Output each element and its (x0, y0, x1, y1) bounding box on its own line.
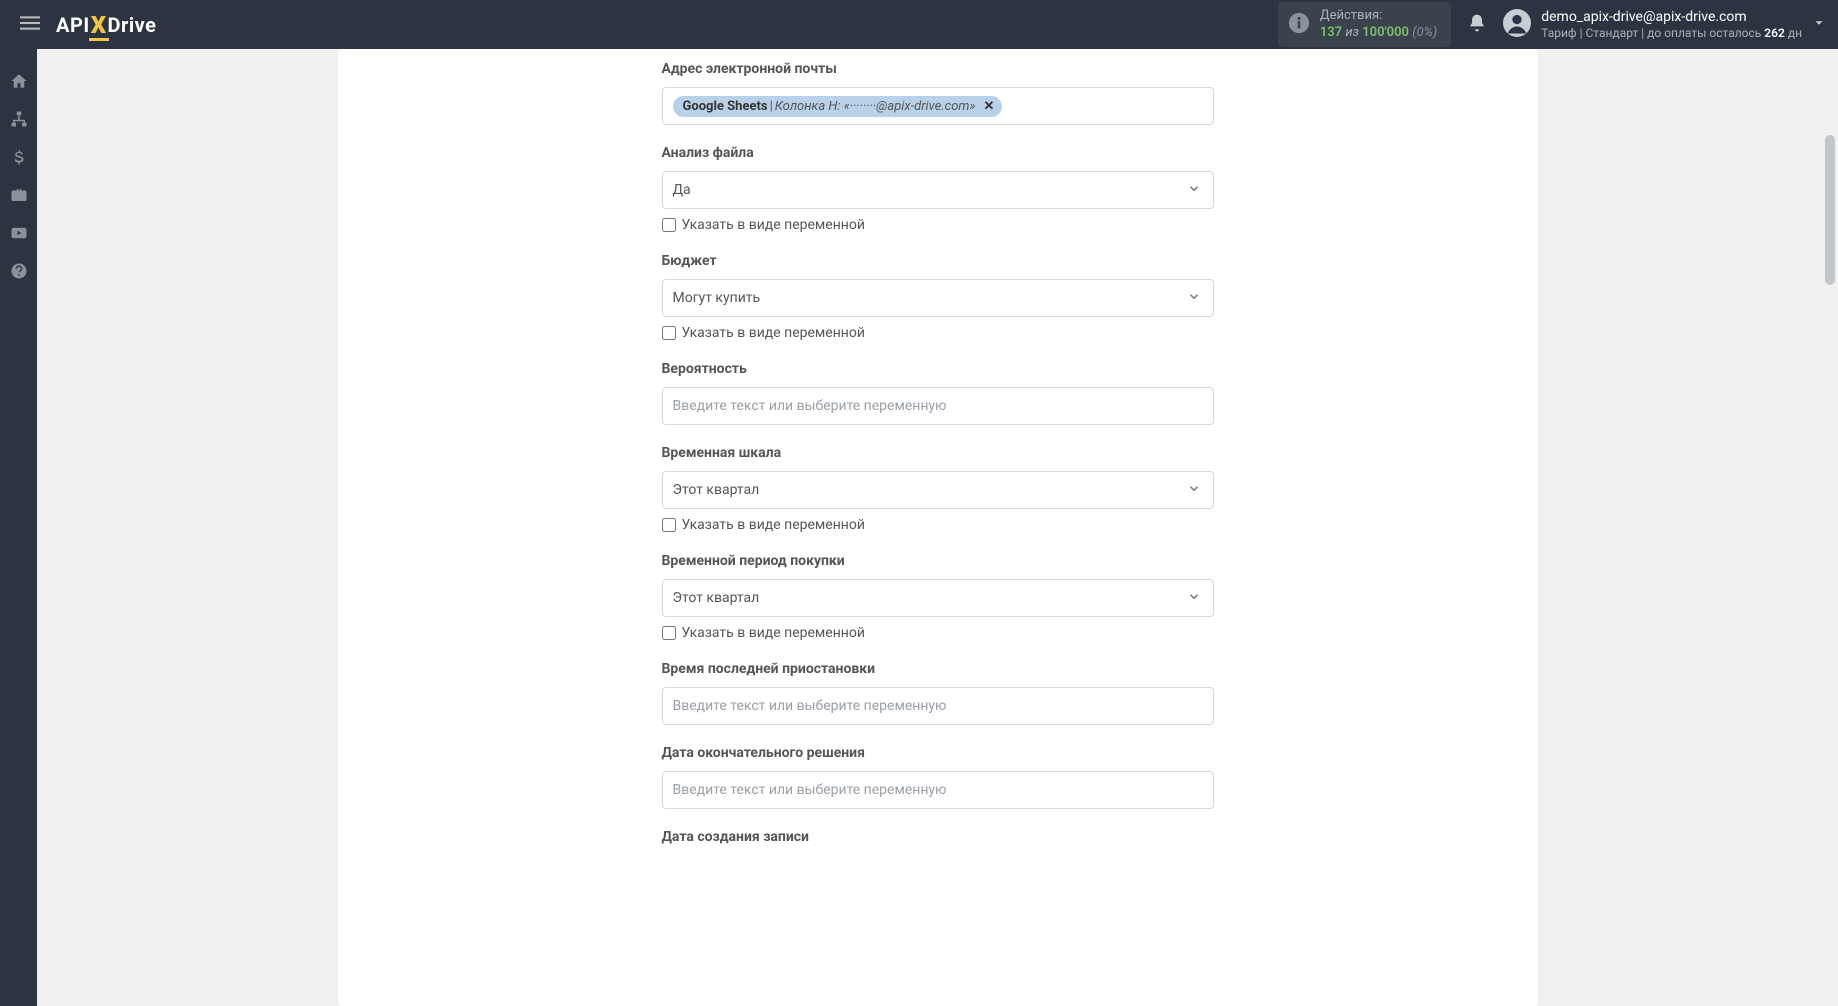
header-right: Действия: 137 из 100'000 (0%) demo_apix-… (1278, 2, 1826, 48)
user-menu-button[interactable]: demo_apix-drive@apix-drive.com Тариф | С… (1503, 8, 1826, 42)
page: Адрес электронной почты Google Sheets | … (0, 0, 1838, 1006)
bell-icon (1467, 13, 1487, 33)
email-tag: Google Sheets | Колонка H: «········@api… (673, 96, 1003, 117)
field-label-record-created-date: Дата создания записи (662, 829, 1214, 845)
sidebar-item-briefcase[interactable] (0, 177, 37, 213)
purchase-period-variable-row: Указать в виде переменной (662, 625, 1214, 641)
user-tariff: Тариф | Стандарт | до оплаты осталось 26… (1541, 26, 1802, 42)
notifications-button[interactable] (1467, 13, 1487, 37)
field-label-probability: Вероятность (662, 361, 1214, 377)
budget-variable-checkbox[interactable] (662, 326, 676, 340)
hamburger-icon (20, 13, 40, 33)
file-analysis-variable-row: Указать в виде переменной (662, 217, 1214, 233)
logo-text-drive: Drive (108, 13, 157, 37)
budget-variable-row: Указать в виде переменной (662, 325, 1214, 341)
purchase-period-value: Этот квартал (673, 590, 760, 606)
sidebar-item-connections[interactable] (0, 101, 37, 137)
briefcase-icon (10, 186, 28, 204)
last-pause-placeholder: Введите текст или выберите переменную (673, 698, 947, 714)
field-label-file-analysis: Анализ файла (662, 145, 1214, 161)
logo-text-api: API (56, 13, 90, 37)
home-icon (10, 72, 28, 90)
field-email: Адрес электронной почты Google Sheets | … (662, 61, 1214, 125)
actions-text: Действия: 137 из 100'000 (0%) (1320, 8, 1437, 42)
file-analysis-value: Да (673, 182, 691, 198)
dollar-icon (10, 148, 28, 166)
tag-source: Google Sheets (683, 99, 768, 114)
purchase-period-variable-label[interactable]: Указать в виде переменной (682, 625, 865, 641)
timescale-select[interactable]: Этот квартал (662, 471, 1214, 509)
logo-text-x: X (91, 11, 107, 39)
chevron-down-icon (1187, 181, 1201, 200)
help-icon (10, 262, 28, 280)
chevron-down-icon (1187, 289, 1201, 308)
chevron-down-icon (1187, 589, 1201, 608)
sidebar (0, 49, 37, 1006)
youtube-icon (10, 224, 28, 242)
final-decision-date-input[interactable]: Введите текст или выберите переменную (662, 771, 1214, 809)
field-timescale: Временная шкала Этот квартал Указать в в… (662, 445, 1214, 533)
last-pause-input[interactable]: Введите текст или выберите переменную (662, 687, 1214, 725)
field-record-created-date: Дата создания записи (662, 829, 1214, 845)
tag-column: Колонка H: «········@apix-drive.com» (775, 99, 976, 114)
sidebar-item-help[interactable] (0, 253, 37, 289)
user-info: demo_apix-drive@apix-drive.com Тариф | С… (1541, 8, 1802, 42)
avatar-icon (1503, 9, 1531, 41)
purchase-period-select[interactable]: Этот квартал (662, 579, 1214, 617)
timescale-value: Этот квартал (673, 482, 760, 498)
sidebar-item-video[interactable] (0, 215, 37, 251)
app-header: API X Drive Действия: 137 из 100'000 (0%… (0, 0, 1838, 49)
timescale-variable-checkbox[interactable] (662, 518, 676, 532)
final-decision-date-placeholder: Введите текст или выберите переменную (673, 782, 947, 798)
field-label-budget: Бюджет (662, 253, 1214, 269)
field-last-pause: Время последней приостановки Введите тек… (662, 661, 1214, 725)
tag-remove-button[interactable]: ✕ (983, 99, 994, 114)
budget-select[interactable]: Могут купить (662, 279, 1214, 317)
field-label-timescale: Временная шкала (662, 445, 1214, 461)
actions-pct: (0%) (1412, 25, 1437, 40)
file-analysis-variable-checkbox[interactable] (662, 218, 676, 232)
chevron-down-icon (1812, 15, 1826, 34)
timescale-variable-row: Указать в виде переменной (662, 517, 1214, 533)
scrollbar-track[interactable] (1822, 49, 1838, 1006)
sidebar-item-home[interactable] (0, 63, 37, 99)
actions-total: 100'000 (1362, 25, 1409, 40)
field-probability: Вероятность Введите текст или выберите п… (662, 361, 1214, 425)
form-card: Адрес электронной почты Google Sheets | … (338, 49, 1538, 1006)
field-final-decision-date: Дата окончательного решения Введите текс… (662, 745, 1214, 809)
info-icon (1288, 12, 1310, 38)
budget-variable-label[interactable]: Указать в виде переменной (682, 325, 865, 341)
actions-counter[interactable]: Действия: 137 из 100'000 (0%) (1278, 2, 1451, 48)
menu-toggle-button[interactable] (12, 5, 48, 45)
field-label-last-pause: Время последней приостановки (662, 661, 1214, 677)
file-analysis-variable-label[interactable]: Указать в виде переменной (682, 217, 865, 233)
probability-input[interactable]: Введите текст или выберите переменную (662, 387, 1214, 425)
budget-value: Могут купить (673, 290, 761, 306)
field-label-purchase-period: Временной период покупки (662, 553, 1214, 569)
purchase-period-variable-checkbox[interactable] (662, 626, 676, 640)
chevron-down-icon (1187, 481, 1201, 500)
app-logo[interactable]: API X Drive (56, 11, 156, 39)
file-analysis-select[interactable]: Да (662, 171, 1214, 209)
field-purchase-period: Временной период покупки Этот квартал Ук… (662, 553, 1214, 641)
field-file-analysis: Анализ файла Да Указать в виде переменно… (662, 145, 1214, 233)
sitemap-icon (10, 110, 28, 128)
scrollbar-thumb[interactable] (1825, 135, 1835, 285)
field-label-final-decision-date: Дата окончательного решения (662, 745, 1214, 761)
actions-of: из (1345, 25, 1359, 40)
email-input[interactable]: Google Sheets | Колонка H: «········@api… (662, 87, 1214, 125)
sidebar-item-billing[interactable] (0, 139, 37, 175)
user-email: demo_apix-drive@apix-drive.com (1541, 8, 1802, 26)
timescale-variable-label[interactable]: Указать в виде переменной (682, 517, 865, 533)
actions-used: 137 (1320, 25, 1342, 40)
actions-label: Действия: (1320, 8, 1437, 25)
field-label-email: Адрес электронной почты (662, 61, 1214, 77)
field-budget: Бюджет Могут купить Указать в виде перем… (662, 253, 1214, 341)
probability-placeholder: Введите текст или выберите переменную (673, 398, 947, 414)
